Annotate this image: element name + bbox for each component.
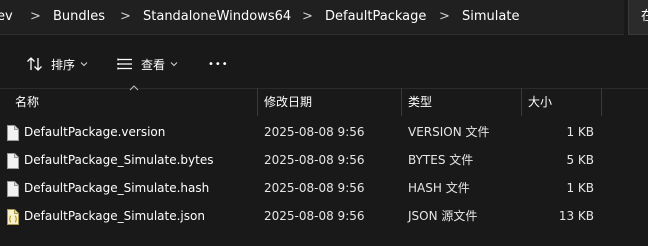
column-header-row: 名称 修改日期 类型 大小 <box>0 85 648 116</box>
file-modified: 2025-08-08 9:56 <box>264 153 365 167</box>
column-header-name[interactable]: 名称 <box>15 94 39 110</box>
more-options-button[interactable]: ••• <box>208 52 229 76</box>
column-header-size[interactable]: 大小 <box>528 94 552 110</box>
sort-label: 排序 <box>51 57 76 72</box>
file-modified: 2025-08-08 9:56 <box>264 181 365 195</box>
file-name: DefaultPackage_Simulate.hash <box>24 181 210 195</box>
file-type: HASH 文件 <box>408 181 470 195</box>
column-divider[interactable] <box>521 88 522 116</box>
file-modified: 2025-08-08 9:56 <box>264 209 365 223</box>
file-type: BYTES 文件 <box>408 153 474 167</box>
sort-icon <box>27 57 42 71</box>
file-size: 13 KB <box>558 209 594 223</box>
column-divider[interactable] <box>401 88 402 116</box>
view-button[interactable]: 查看 <box>116 52 178 76</box>
breadcrumb-item-ev[interactable]: ev <box>0 8 13 26</box>
command-bar: 排序 查看 ••• <box>0 40 648 89</box>
breadcrumb-item-bundles[interactable]: Bundles <box>53 8 105 26</box>
breadcrumb-chevron-icon[interactable]: > <box>30 8 41 26</box>
file-type: JSON 源文件 <box>408 209 478 223</box>
file-row[interactable]: DefaultPackage_Simulate.bytes 2025-08-08… <box>0 147 648 175</box>
breadcrumb-item-standalonewindows64[interactable]: StandaloneWindows64 <box>143 8 291 26</box>
file-icon <box>7 181 19 197</box>
sort-button[interactable]: 排序 <box>26 52 88 76</box>
view-list-icon <box>117 58 132 70</box>
file-row[interactable]: DefaultPackage_Simulate.hash 2025-08-08 … <box>0 175 648 203</box>
breadcrumb-chevron-icon[interactable]: > <box>302 8 313 26</box>
file-icon <box>7 125 19 141</box>
search-placeholder: 在 <box>641 9 648 24</box>
file-name: DefaultPackage_Simulate.json <box>24 209 205 223</box>
column-divider[interactable] <box>257 88 258 116</box>
more-icon: ••• <box>208 58 229 70</box>
breadcrumb-item-defaultpackage[interactable]: DefaultPackage <box>325 8 426 26</box>
breadcrumb-item-simulate[interactable]: Simulate <box>462 8 519 26</box>
column-divider[interactable] <box>601 88 602 116</box>
chevron-down-icon <box>170 62 178 67</box>
file-modified: 2025-08-08 9:56 <box>264 125 365 139</box>
file-name: DefaultPackage.version <box>24 125 166 139</box>
sort-ascending-icon <box>129 85 139 91</box>
column-header-type[interactable]: 类型 <box>408 94 432 110</box>
file-size: 1 KB <box>566 181 594 195</box>
json-file-icon <box>7 209 19 225</box>
file-name: DefaultPackage_Simulate.bytes <box>24 153 214 167</box>
chevron-down-icon <box>80 62 88 67</box>
breadcrumb[interactable]: ev > Bundles > StandaloneWindows64 > Def… <box>0 0 624 35</box>
view-label: 查看 <box>141 57 166 72</box>
file-size: 5 KB <box>566 153 594 167</box>
breadcrumb-chevron-icon[interactable]: > <box>120 8 131 26</box>
file-size: 1 KB <box>566 125 594 139</box>
column-header-modified[interactable]: 修改日期 <box>264 94 312 110</box>
file-explorer-window: ev > Bundles > StandaloneWindows64 > Def… <box>0 0 648 246</box>
breadcrumb-chevron-icon[interactable]: > <box>439 8 450 26</box>
file-type: VERSION 文件 <box>408 125 490 139</box>
file-icon <box>7 153 19 169</box>
file-row[interactable]: DefaultPackage_Simulate.json 2025-08-08 … <box>0 203 648 231</box>
search-input[interactable]: 在 <box>628 0 648 35</box>
file-row[interactable]: DefaultPackage.version 2025-08-08 9:56 V… <box>0 119 648 147</box>
